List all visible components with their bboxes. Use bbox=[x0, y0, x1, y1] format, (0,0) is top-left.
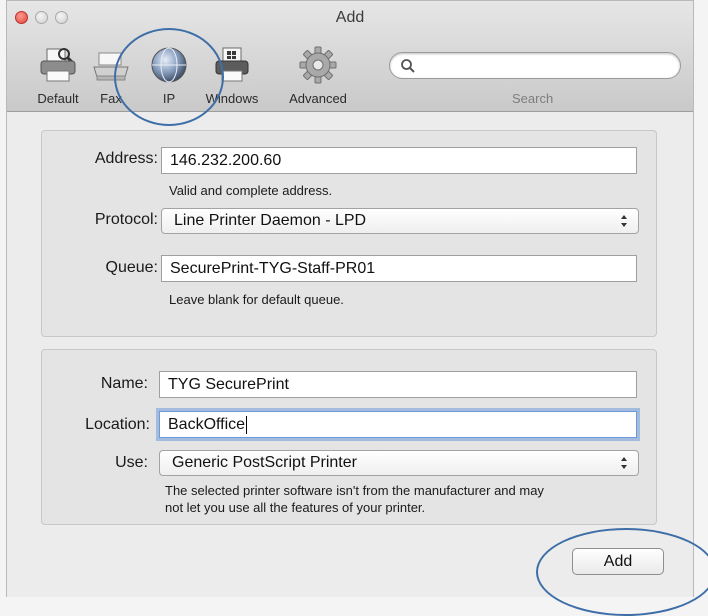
driver-warning-line2: not let you use all the features of your… bbox=[165, 500, 426, 515]
window-title: Add bbox=[335, 9, 365, 26]
name-input[interactable]: TYG SecurePrint bbox=[159, 371, 637, 398]
address-input[interactable]: 146.232.200.60 bbox=[161, 147, 637, 174]
driver-warning-line1: The selected printer software isn't from… bbox=[165, 483, 544, 498]
select-arrows-icon bbox=[621, 457, 627, 469]
location-input[interactable]: BackOffice bbox=[159, 411, 637, 438]
use-select[interactable]: Generic PostScript Printer bbox=[159, 450, 639, 476]
search-label: Search bbox=[512, 91, 554, 106]
address-hint: Valid and complete address. bbox=[169, 183, 333, 198]
address-label: Address: bbox=[94, 150, 158, 167]
gear-icon bbox=[299, 46, 337, 84]
location-label: Location: bbox=[85, 416, 150, 433]
protocol-select-value: Line Printer Daemon - LPD bbox=[174, 212, 367, 229]
toolbar: Add Default Fax IP Windows Advanced Sear… bbox=[7, 1, 693, 112]
add-button[interactable]: Add bbox=[572, 548, 664, 575]
text-caret bbox=[246, 415, 248, 434]
toolbar-default-label: Default bbox=[37, 91, 79, 106]
toolbar-ip-label: IP bbox=[162, 91, 176, 106]
printer-icon bbox=[40, 48, 76, 82]
printer-details-group: Name: TYG SecurePrint Location: BackOffi… bbox=[41, 349, 657, 525]
connection-settings-group: Address: 146.232.200.60 Valid and comple… bbox=[41, 130, 657, 337]
queue-input[interactable]: SecurePrint-TYG-Staff-PR01 bbox=[161, 255, 637, 282]
use-label: Use: bbox=[115, 454, 148, 471]
select-arrows-icon bbox=[621, 215, 627, 227]
search-field[interactable] bbox=[389, 52, 681, 79]
name-label: Name: bbox=[100, 375, 148, 392]
globe-icon bbox=[151, 47, 187, 83]
location-input-value: BackOffice bbox=[168, 416, 246, 433]
fax-icon bbox=[93, 52, 129, 81]
windows-printer-icon bbox=[215, 47, 249, 82]
add-printer-window: Add Default Fax IP Windows Advanced Sear… bbox=[6, 0, 694, 597]
toolbar-advanced-label: Advanced bbox=[289, 91, 347, 106]
queue-label: Queue: bbox=[105, 259, 158, 276]
protocol-label: Protocol: bbox=[94, 211, 158, 228]
protocol-select[interactable]: Line Printer Daemon - LPD bbox=[161, 208, 639, 234]
queue-hint: Leave blank for default queue. bbox=[169, 292, 344, 307]
toolbar-windows-label: Windows bbox=[205, 91, 259, 106]
use-select-value: Generic PostScript Printer bbox=[172, 454, 357, 471]
search-icon bbox=[401, 59, 415, 73]
toolbar-fax-label: Fax bbox=[100, 91, 122, 106]
